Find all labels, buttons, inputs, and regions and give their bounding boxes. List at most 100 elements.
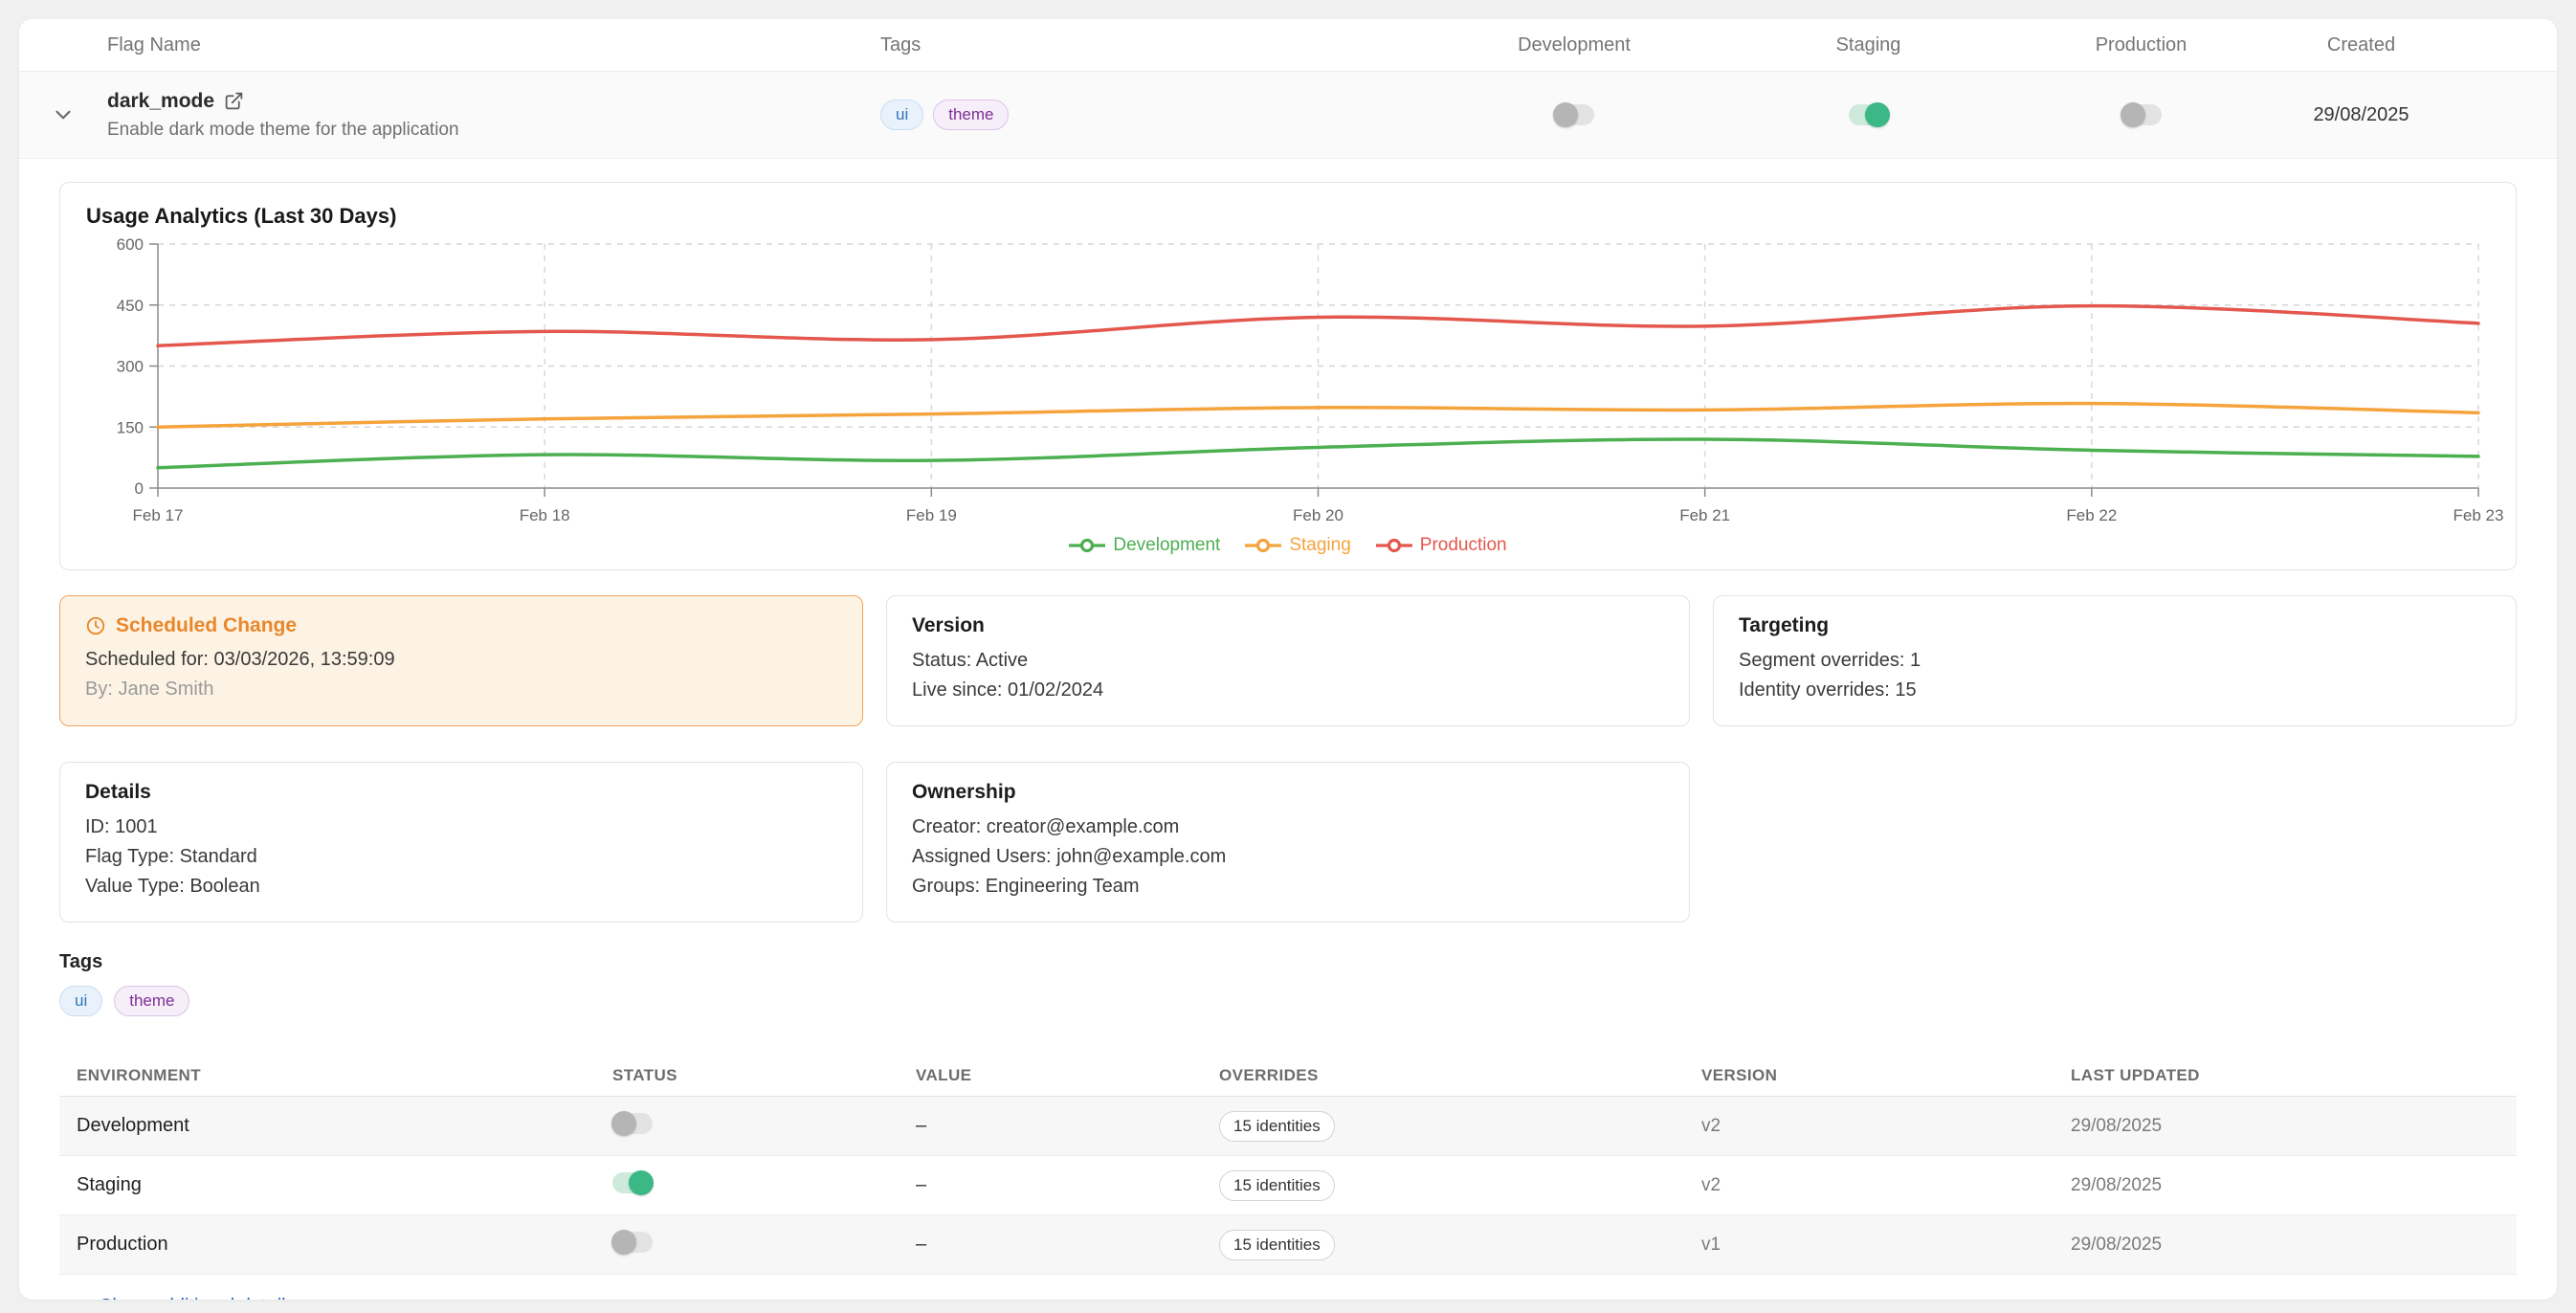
legend-label: Development (1113, 535, 1220, 556)
detail-cards-row: Details ID: 1001 Flag Type: Standard Value… (59, 762, 2517, 923)
column-header-development: Development (1445, 34, 1703, 56)
svg-text:Feb 19: Feb 19 (906, 506, 957, 524)
toggle-knob (2121, 102, 2145, 127)
svg-text:150: 150 (117, 418, 144, 436)
svg-text:600: 600 (117, 235, 144, 254)
env-column-environment: ENVIRONMENT (77, 1066, 612, 1085)
env-column-overrides: OVERRIDES (1219, 1066, 1701, 1085)
column-header-flag-name: Flag Name (107, 34, 880, 56)
environment-name: Development (77, 1115, 612, 1137)
version-card: Version Status: ActiveLive since: 01/02/… (886, 595, 1690, 726)
toggle-knob (1553, 102, 1578, 127)
staging-toggle[interactable] (1849, 104, 1889, 125)
external-link-icon[interactable] (224, 91, 244, 111)
overrides-badge[interactable]: 15 identities (1219, 1230, 1335, 1260)
svg-text:0: 0 (135, 479, 144, 498)
tags-section-title: Tags (59, 951, 2557, 973)
card-line: Flag Type: Standard (85, 844, 837, 870)
environment-last-updated: 29/08/2025 (2071, 1116, 2517, 1137)
card-line: ID: 1001 (85, 814, 837, 840)
svg-text:Feb 17: Feb 17 (133, 506, 184, 524)
column-header-production: Production (2033, 34, 2249, 56)
environment-version: v1 (1701, 1235, 2071, 1256)
show-additional-details-label: Show additional details (100, 1296, 296, 1300)
production-status-toggle[interactable] (612, 1232, 653, 1253)
production-toggle[interactable] (2121, 104, 2162, 125)
column-header-staging: Staging (1703, 34, 2033, 56)
legend-line-icon (1069, 538, 1105, 553)
svg-text:300: 300 (117, 358, 144, 376)
overrides-badge[interactable]: 15 identities (1219, 1170, 1335, 1201)
development-status-toggle[interactable] (612, 1113, 653, 1134)
development-toggle[interactable] (1554, 104, 1594, 125)
environment-last-updated: 29/08/2025 (2071, 1235, 2517, 1256)
svg-text:Feb 23: Feb 23 (2454, 506, 2504, 524)
env-column-last-updated: LAST UPDATED (2071, 1066, 2517, 1085)
environment-version: v2 (1701, 1175, 2071, 1196)
targeting-card: Targeting Segment overrides: 1 Identity o… (1713, 595, 2517, 726)
ownership-card: Ownership Creator: creator@example.com As… (886, 762, 1690, 923)
legend-line-icon (1376, 538, 1412, 553)
staging-status-toggle[interactable] (612, 1172, 653, 1193)
legend-item-development: Development (1069, 535, 1220, 556)
toggle-knob (629, 1170, 654, 1195)
scheduled-change-card: Scheduled Change Scheduled for: 03/03/20… (59, 595, 863, 726)
toggle-knob (611, 1111, 636, 1136)
version-card-title: Version (912, 612, 1664, 639)
show-additional-details-link[interactable]: Show additional details (72, 1296, 296, 1300)
card-line: Value Type: Boolean (85, 874, 837, 900)
legend-label: Production (1420, 535, 1507, 556)
environment-value: – (916, 1115, 1219, 1137)
environment-value: – (916, 1234, 1219, 1256)
details-card: Details ID: 1001 Flag Type: Standard Value… (59, 762, 863, 923)
flag-list-header: Flag Name Tags Development Staging Produ… (19, 19, 2557, 72)
toggle-knob (1865, 102, 1890, 127)
environment-last-updated: 29/08/2025 (2071, 1175, 2517, 1196)
tag-ui[interactable]: ui (880, 100, 923, 130)
legend-label: Staging (1289, 535, 1350, 556)
card-line: Segment overrides: 1 (1739, 648, 2491, 674)
summary-cards-row: Scheduled Change Scheduled for: 03/03/20… (59, 595, 2517, 726)
environment-name: Staging (77, 1174, 612, 1196)
collapse-row-chevron-icon[interactable] (51, 102, 76, 127)
ownership-card-title: Ownership (912, 779, 1664, 806)
env-column-value: VALUE (916, 1066, 1219, 1085)
scheduled-for-text: Scheduled for: 03/03/2026, 13:59:09 (85, 647, 837, 673)
scheduled-change-title: Scheduled Change (116, 612, 297, 639)
flag-created-date: 29/08/2025 (2249, 104, 2474, 126)
chevron-right-icon (72, 1299, 89, 1301)
tag-theme[interactable]: theme (933, 100, 1009, 130)
usage-analytics-panel: Usage Analytics (Last 30 Days) 0 150 300 45… (59, 182, 2517, 570)
series-line-staging (158, 404, 2478, 428)
details-card-title: Details (85, 779, 837, 806)
targeting-card-title: Targeting (1739, 612, 2491, 639)
environment-row-staging: Staging –15 identities v229/08/2025 (59, 1156, 2517, 1215)
legend-item-production: Production (1376, 535, 1507, 556)
svg-text:Feb 20: Feb 20 (1293, 506, 1344, 524)
flag-row: dark_mode Enable dark mode theme for the… (19, 72, 2557, 159)
tags-section-pills: uitheme (59, 986, 2557, 1016)
card-line: Identity overrides: 15 (1739, 678, 2491, 703)
tag-theme[interactable]: theme (114, 986, 189, 1016)
environments-table: ENVIRONMENT STATUS VALUE OVERRIDES VERSI… (59, 1055, 2517, 1275)
environment-value: – (916, 1174, 1219, 1196)
flag-detail-sheet: Flag Name Tags Development Staging Produ… (19, 19, 2557, 1300)
environment-row-development: Development–15 identitiesv229/08/2025 (59, 1097, 2517, 1156)
flag-tags: uitheme (880, 100, 1445, 130)
card-line: Assigned Users: john@example.com (912, 844, 1664, 870)
flag-name: dark_mode (107, 90, 214, 113)
svg-text:Feb 22: Feb 22 (2066, 506, 2117, 524)
tag-ui[interactable]: ui (59, 986, 102, 1016)
card-line: Creator: creator@example.com (912, 814, 1664, 840)
column-header-tags: Tags (880, 34, 1445, 56)
svg-text:450: 450 (117, 297, 144, 315)
env-column-version: VERSION (1701, 1066, 2071, 1085)
overrides-badge[interactable]: 15 identities (1219, 1111, 1335, 1142)
column-header-created: Created (2249, 34, 2474, 56)
card-line: Live since: 01/02/2024 (912, 678, 1664, 703)
flag-description: Enable dark mode theme for the applicati… (107, 120, 880, 141)
chart-legend: Development Staging Production (86, 535, 2490, 556)
scheduled-by-text: By: Jane Smith (85, 677, 837, 702)
chart-title: Usage Analytics (Last 30 Days) (86, 204, 2490, 229)
env-column-status: STATUS (612, 1066, 916, 1085)
